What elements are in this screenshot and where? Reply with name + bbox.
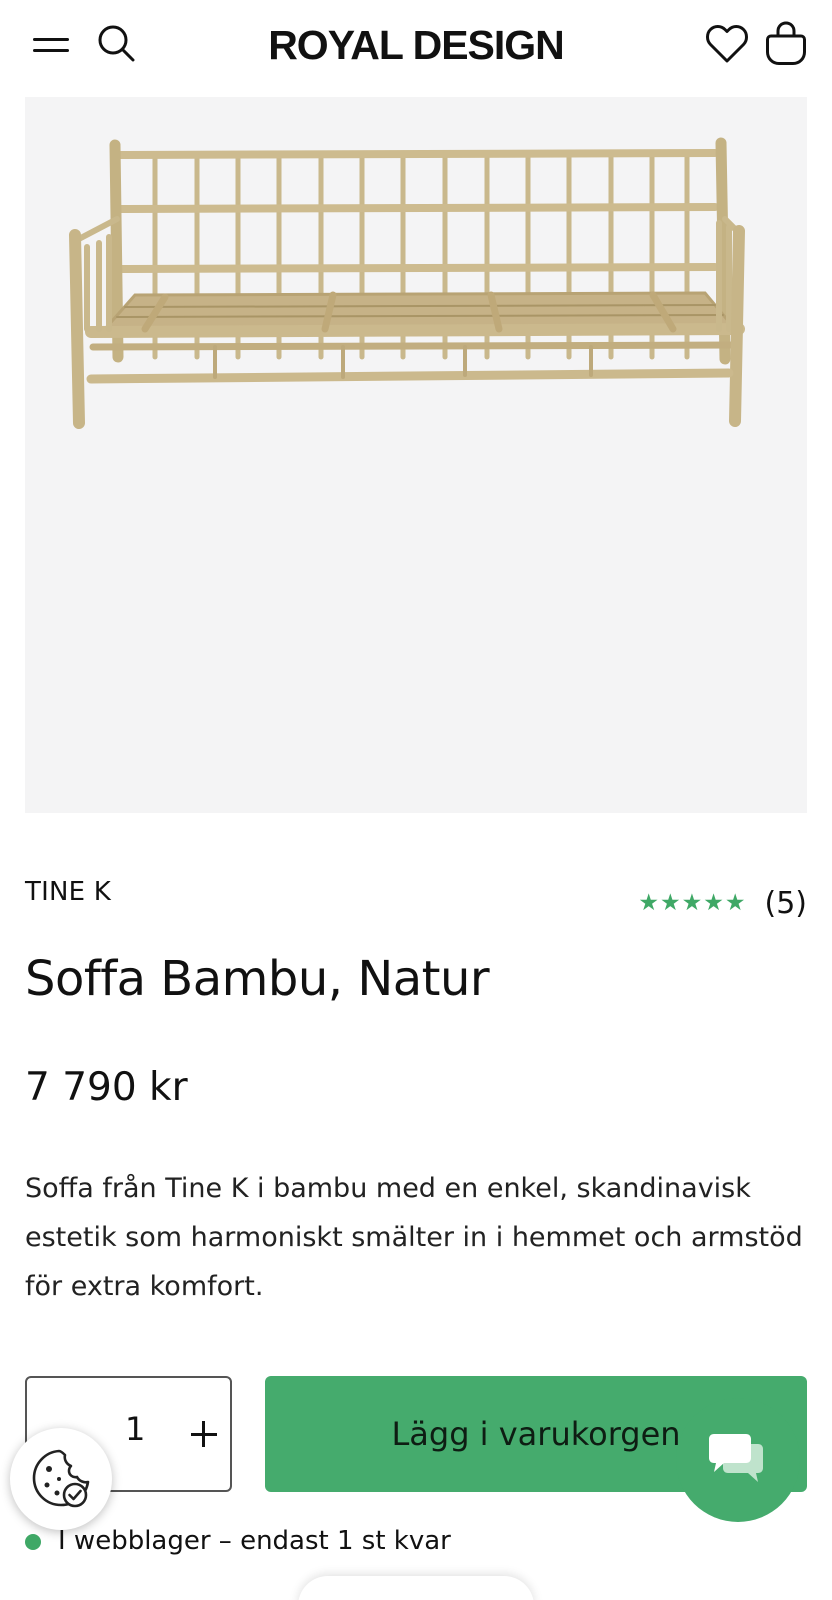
review-count[interactable]: (5) xyxy=(765,886,808,921)
star-rating-icon: ★★★★★ xyxy=(638,890,747,916)
product-description: Soffa från Tine K i bambu med en enkel, … xyxy=(25,1173,803,1302)
increase-quantity-button[interactable] xyxy=(187,1414,221,1454)
cookie-settings-icon xyxy=(32,1449,90,1508)
stock-status: I webblager – endast 1 st kvar xyxy=(58,1526,451,1556)
chat-button[interactable] xyxy=(676,1398,800,1522)
bottom-floating-tab[interactable] xyxy=(298,1576,534,1600)
heart-icon[interactable] xyxy=(705,22,749,66)
bamboo-sofa-image xyxy=(69,137,745,429)
product-image[interactable] xyxy=(25,97,807,813)
product-price: 7 790 kr xyxy=(25,1065,188,1110)
product-title: Soffa Bambu, Natur xyxy=(25,951,490,1007)
quantity-value[interactable]: 1 xyxy=(125,1410,145,1448)
chat-bubbles-icon xyxy=(709,1434,763,1482)
cookie-settings-button[interactable] xyxy=(10,1428,112,1530)
shopping-bag-icon[interactable] xyxy=(765,20,807,66)
product-brand[interactable]: TINE K xyxy=(25,877,111,907)
site-header: ROYAL DESIGN xyxy=(0,0,832,92)
stock-status-icon xyxy=(25,1534,41,1550)
product-rating[interactable]: ★★★★★ (5) xyxy=(638,885,807,921)
